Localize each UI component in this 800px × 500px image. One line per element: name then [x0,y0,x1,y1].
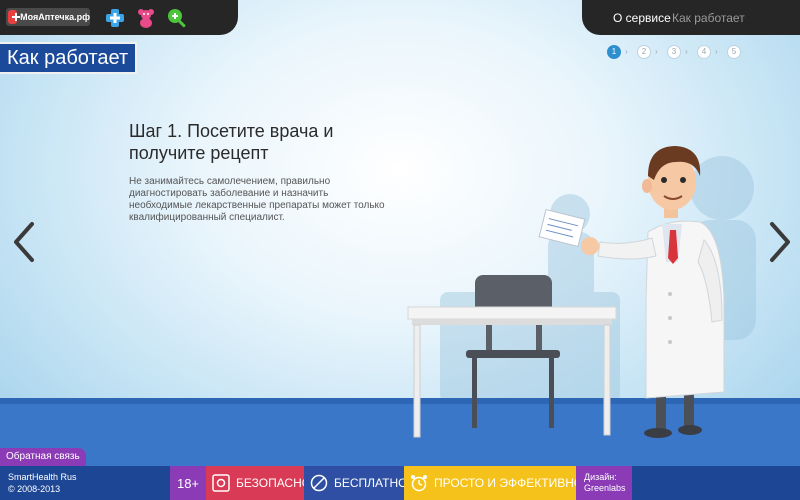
design-credit[interactable]: Дизайн: Greenlabs [576,466,632,500]
plus-icon[interactable] [104,7,126,29]
step-3[interactable]: 3 [667,45,681,59]
next-arrow-icon[interactable] [768,220,792,264]
step-description: Не занимайтесь самолечением, правильно д… [129,176,385,223]
safe-icon [212,474,230,492]
safe-label: БЕЗОПАСНО [236,476,312,490]
site-logo[interactable]: МояАптечка.рф [6,8,90,26]
free-label: БЕСПЛАТНО [334,476,408,490]
illustration-scene [0,0,800,500]
page-title: Как работает [0,42,137,74]
step-5[interactable]: 5 [727,45,741,59]
logo-text: МояАптечка.рф [20,12,90,22]
step-4[interactable]: 4 [697,45,711,59]
chevron-right-icon: › [625,47,628,56]
free-badge: БЕСПЛАТНО [304,466,408,500]
company-name: SmartHealth Rus [8,472,77,482]
nav-about[interactable]: О сервисе [613,11,671,25]
chevron-right-icon: › [715,47,718,56]
copyright-text: © 2008-2013 [8,484,61,494]
age-badge: 18+ [170,466,206,500]
easy-badge: ПРОСТО И ЭФФЕКТИВНО [404,466,583,500]
alarm-clock-icon [411,475,427,492]
search-zoom-icon[interactable] [166,7,188,29]
nav-how-it-works[interactable]: Как работает [672,11,745,25]
previous-arrow-icon[interactable] [12,220,36,264]
chevron-right-icon: › [655,47,658,56]
step-2[interactable]: 2 [637,45,651,59]
feedback-button[interactable]: Обратная связь [0,448,86,466]
step-heading: Шаг 1. Посетите врача и получите рецепт [129,121,334,163]
easy-label: ПРОСТО И ЭФФЕКТИВНО [434,476,584,490]
doctor-illustration [538,146,725,438]
design-label: Дизайн: [584,472,617,482]
safe-badge: БЕЗОПАСНО [206,466,311,500]
teddy-bear-icon[interactable] [135,7,157,29]
design-by: Greenlabs [584,483,626,493]
age-label: 18+ [176,475,200,491]
step-1[interactable]: 1 [607,45,621,59]
chevron-right-icon: › [685,47,688,56]
copyright-block: SmartHealth Rus © 2008-2013 [8,471,77,495]
no-money-icon [310,474,328,492]
first-aid-icon [8,10,21,24]
